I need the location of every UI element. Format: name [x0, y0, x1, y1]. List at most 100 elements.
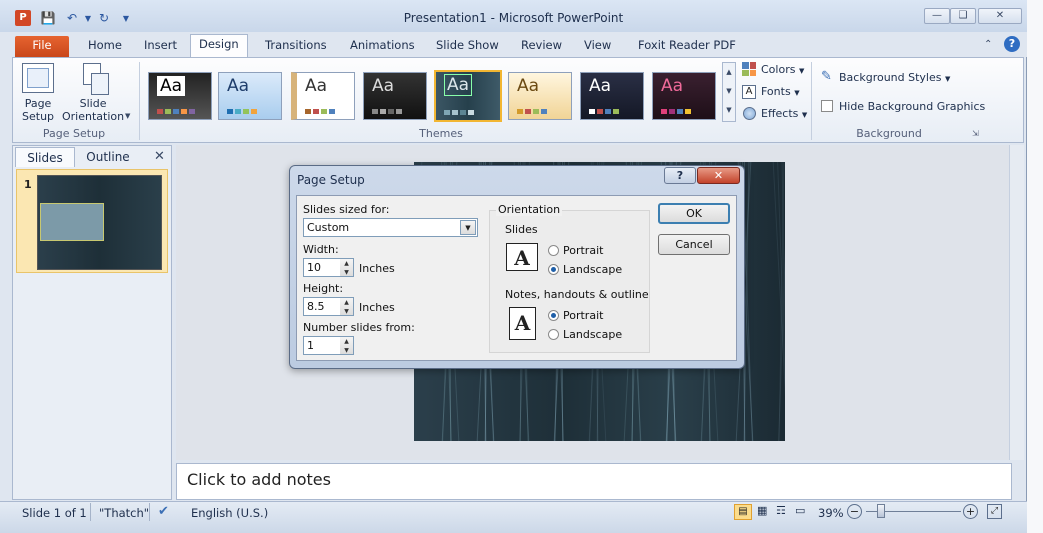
notes-landscape-label[interactable]: Landscape — [563, 328, 622, 341]
background-styles-button[interactable]: Background Styles ▼ — [839, 71, 950, 84]
slides-sized-for-label: Slides sized for: — [303, 203, 390, 216]
colors-button[interactable]: Colors ▼ — [761, 63, 804, 76]
themes-gallery: Aa Aa Aa Aa Aa Aa Aa Aa — [146, 62, 736, 122]
height-spinner[interactable]: ▲ ▼ — [340, 297, 354, 316]
scroll-up-icon[interactable]: ▲ — [723, 63, 735, 82]
theme-thumbnail[interactable]: Aa — [580, 72, 644, 120]
hide-background-graphics-label[interactable]: Hide Background Graphics — [839, 100, 985, 113]
fonts-icon: A — [742, 85, 756, 99]
tab-view[interactable]: View — [576, 36, 619, 57]
slides-landscape-label[interactable]: Landscape — [563, 263, 622, 276]
number-slides-from-input[interactable]: 1 — [303, 336, 341, 355]
background-window-edge — [1027, 0, 1043, 533]
landscape-orientation-icon: A — [506, 243, 538, 271]
group-divider — [139, 62, 140, 140]
slide-orientation-icon[interactable] — [83, 63, 109, 95]
number-slides-from-label: Number slides from: — [303, 321, 415, 334]
themes-group-label: Themes — [419, 127, 463, 140]
tab-foxit-reader-pdf[interactable]: Foxit Reader PDF — [630, 36, 744, 57]
fonts-button[interactable]: Fonts ▼ — [761, 85, 800, 98]
tab-transitions[interactable]: Transitions — [257, 36, 335, 57]
close-button[interactable]: ✕ — [978, 8, 1022, 24]
width-input[interactable]: 10 — [303, 258, 341, 277]
slide-orientation-button[interactable]: Slide Orientation — [62, 97, 124, 123]
slides-landscape-radio[interactable] — [548, 264, 559, 275]
page-setup-icon[interactable] — [22, 63, 54, 93]
width-unit: Inches — [359, 262, 395, 275]
status-language[interactable]: English (U.S.) — [191, 506, 268, 520]
tab-outline[interactable]: Outline — [78, 147, 138, 167]
ok-button[interactable]: OK — [658, 203, 730, 224]
theme-thumbnail[interactable]: Aa — [291, 72, 355, 120]
slide-show-view-icon[interactable]: ▭ — [795, 504, 805, 517]
spelling-check-icon[interactable]: ✔ — [158, 504, 169, 519]
tab-animations[interactable]: Animations — [342, 36, 423, 57]
dialog-close-button[interactable]: ✕ — [697, 167, 740, 184]
portrait-orientation-icon: A — [509, 307, 536, 340]
scroll-down-icon[interactable]: ▼ — [723, 82, 735, 101]
more-themes-icon[interactable]: ▼ — [723, 101, 735, 120]
normal-view-icon[interactable]: ▤ — [734, 504, 752, 520]
tab-slide-show[interactable]: Slide Show — [428, 36, 507, 57]
height-label: Height: — [303, 282, 344, 295]
background-dialog-launcher-icon[interactable]: ⇲ — [972, 129, 979, 138]
select-dropdown-icon[interactable]: ▼ — [460, 220, 476, 235]
thumbnail-placeholder — [40, 203, 104, 241]
notes-landscape-radio[interactable] — [548, 329, 559, 340]
theme-thumbnail-thatch-selected[interactable]: Aa — [434, 70, 502, 122]
width-label: Width: — [303, 243, 339, 256]
reading-view-icon[interactable]: ☶ — [776, 504, 786, 517]
width-spinner[interactable]: ▲ ▼ — [340, 258, 354, 277]
number-slides-from-spinner[interactable]: ▲ ▼ — [340, 336, 354, 355]
effects-icon — [743, 107, 756, 120]
fit-to-window-icon[interactable]: ⤢ — [987, 504, 1002, 519]
background-group-label: Background — [856, 127, 922, 140]
tab-review[interactable]: Review — [513, 36, 570, 57]
status-divider — [90, 503, 91, 521]
minimize-ribbon-icon[interactable]: ⌃ — [984, 39, 992, 50]
page-setup-button[interactable]: Page Setup — [22, 97, 54, 123]
vertical-scrollbar[interactable] — [1009, 145, 1024, 460]
orientation-label: Orientation — [496, 203, 563, 216]
status-bar — [0, 501, 1027, 533]
zoom-in-icon[interactable]: + — [963, 504, 978, 519]
notes-pane[interactable]: Click to add notes — [176, 463, 1012, 500]
window-title: Presentation1 - Microsoft PowerPoint — [403, 11, 624, 25]
theme-thumbnail[interactable]: Aa — [363, 72, 427, 120]
dialog-help-button[interactable]: ? — [664, 167, 696, 184]
minimize-button[interactable]: — — [924, 8, 950, 24]
orientation-dropdown-icon[interactable]: ▼ — [125, 112, 130, 120]
themes-scroll[interactable]: ▲ ▼ ▼ — [722, 62, 736, 122]
dialog-title: Page Setup — [297, 173, 365, 187]
zoom-level[interactable]: 39% — [818, 506, 844, 520]
tab-home[interactable]: Home — [80, 36, 130, 57]
cancel-button[interactable]: Cancel — [658, 234, 730, 255]
notes-portrait-radio[interactable] — [548, 310, 559, 321]
status-divider — [149, 503, 150, 521]
tab-slides[interactable]: Slides — [15, 147, 75, 167]
slides-portrait-label[interactable]: Portrait — [563, 244, 603, 257]
height-unit: Inches — [359, 301, 395, 314]
help-icon[interactable]: ? — [1004, 36, 1020, 52]
theme-thumbnail[interactable]: Aa — [148, 72, 212, 120]
theme-thumbnail[interactable]: Aa — [218, 72, 282, 120]
tab-file[interactable]: File — [15, 36, 69, 57]
restore-button[interactable]: ❑ — [950, 8, 976, 24]
height-input[interactable]: 8.5 — [303, 297, 341, 316]
effects-button[interactable]: Effects ▼ — [761, 107, 807, 120]
background-styles-dropdown-icon: ▼ — [944, 75, 951, 83]
zoom-out-icon[interactable]: − — [847, 504, 862, 519]
effects-dropdown-icon: ▼ — [801, 111, 808, 119]
zoom-slider-thumb[interactable] — [877, 504, 885, 518]
slides-sized-for-select[interactable]: Custom — [303, 218, 478, 237]
tab-insert[interactable]: Insert — [136, 36, 185, 57]
slide-thumbnail-image[interactable] — [37, 175, 162, 270]
tab-design[interactable]: Design — [190, 34, 248, 57]
notes-portrait-label[interactable]: Portrait — [563, 309, 603, 322]
slide-sorter-view-icon[interactable]: ▦ — [757, 504, 767, 517]
theme-thumbnail[interactable]: Aa — [508, 72, 572, 120]
close-pane-icon[interactable]: ✕ — [154, 149, 165, 164]
theme-thumbnail[interactable]: Aa — [652, 72, 716, 120]
hide-background-graphics-checkbox[interactable] — [821, 100, 833, 112]
slides-portrait-radio[interactable] — [548, 245, 559, 256]
